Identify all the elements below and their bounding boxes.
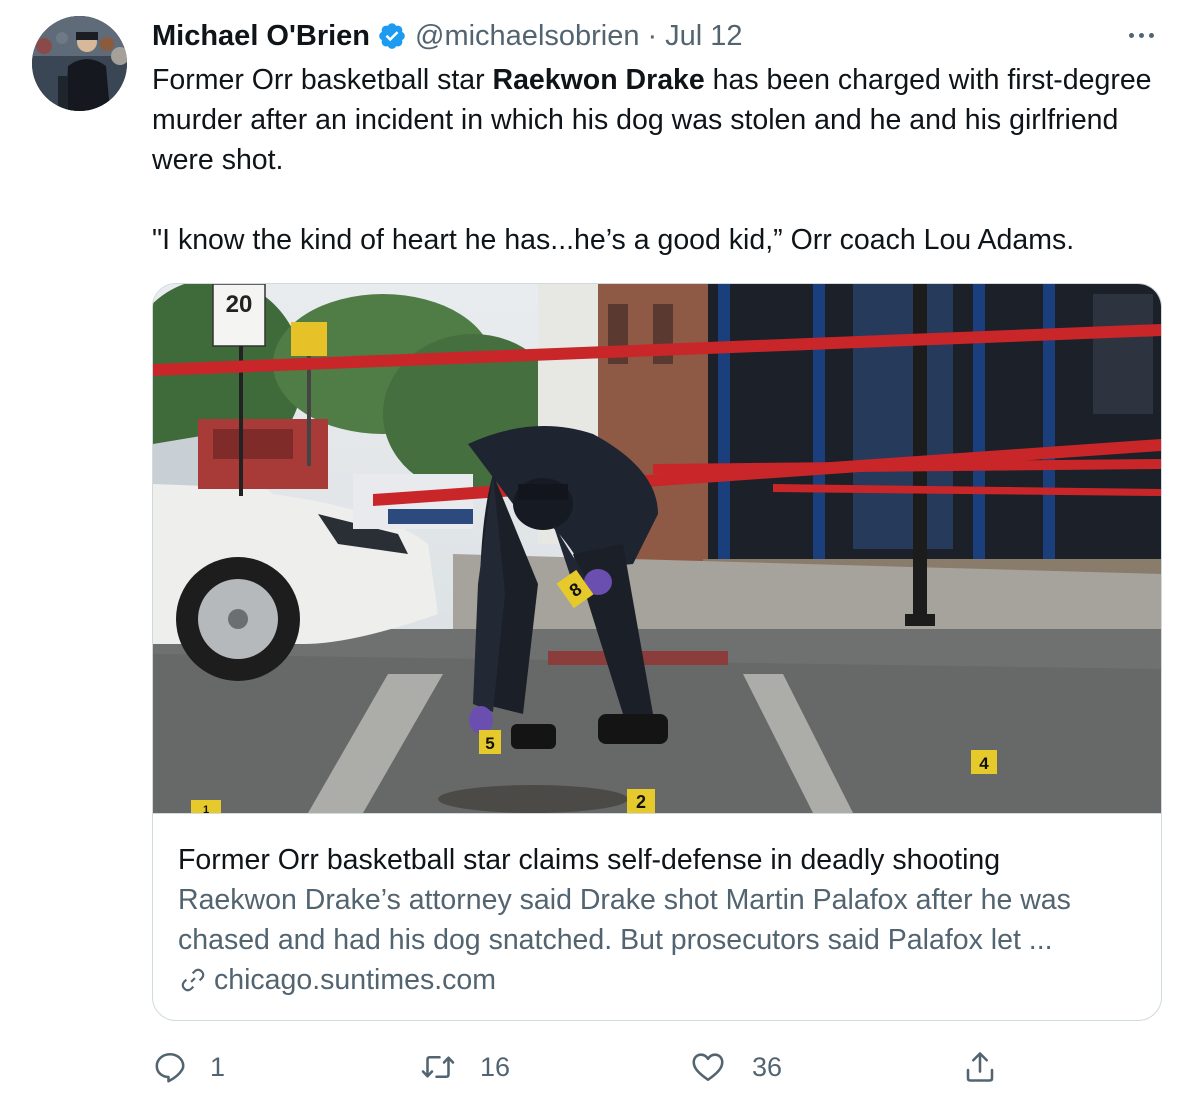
card-image[interactable]: 20 8 5 2 4 1 [153,284,1161,816]
card-title[interactable]: Former Orr basketball star claims self-d… [178,840,1138,880]
tweet-text: Former Orr basketball star Raekwon Drake… [152,60,1162,260]
avatar-image [32,16,127,111]
like-button[interactable]: 36 [690,1044,782,1090]
separator-dot: · [647,19,658,52]
tweet-quote: "I know the kind of heart he has...he’s … [152,224,1075,256]
evidence-marker-1: 1 [203,804,209,813]
card-domain[interactable]: chicago.suntimes.com [178,960,1138,1000]
tweet-text-bold: Raekwon Drake [492,64,705,96]
card-body[interactable]: Former Orr basketball star claims self-d… [178,840,1138,1000]
retweet-icon [421,1055,455,1079]
crime-scene-photo: 20 8 5 2 4 1 [153,284,1161,816]
like-count: 36 [752,1051,783,1082]
link-icon [181,968,205,992]
heart-icon [692,1053,724,1082]
reply-count: 1 [210,1051,226,1082]
speed-limit-text: 20 [226,291,253,318]
evidence-marker-5: 5 [485,734,494,753]
tweet-text-part: Former Orr basketball star [152,64,493,96]
more-icon[interactable] [1120,20,1162,50]
author-handle[interactable]: @michaelsobrien [415,20,639,53]
tweet-date[interactable]: Jul 12 [665,20,742,53]
card-description: Raekwon Drake’s attorney said Drake shot… [178,884,1071,956]
reply-icon [155,1052,185,1083]
reply-button[interactable]: 1 [152,1044,225,1090]
share-icon [966,1052,994,1082]
retweet-button[interactable]: 16 [420,1044,510,1090]
tweet-header: Michael O'Brien @michaelsobrien · Jul 12 [152,14,743,58]
card-domain-text: chicago.suntimes.com [214,964,496,996]
verified-badge-icon [379,23,405,49]
share-button[interactable] [962,1044,998,1090]
evidence-marker-2: 2 [636,792,646,812]
evidence-marker-4: 4 [979,754,989,773]
author-name[interactable]: Michael O'Brien [152,20,370,53]
tweet-paragraph: Former Orr basketball star Raekwon Drake… [152,60,1162,180]
retweet-count: 16 [480,1051,511,1082]
action-bar: 1 16 36 [0,1044,1192,1090]
avatar[interactable] [32,16,127,111]
link-card[interactable]: 20 8 5 2 4 1 Former Orr basketball star … [152,283,1162,1021]
